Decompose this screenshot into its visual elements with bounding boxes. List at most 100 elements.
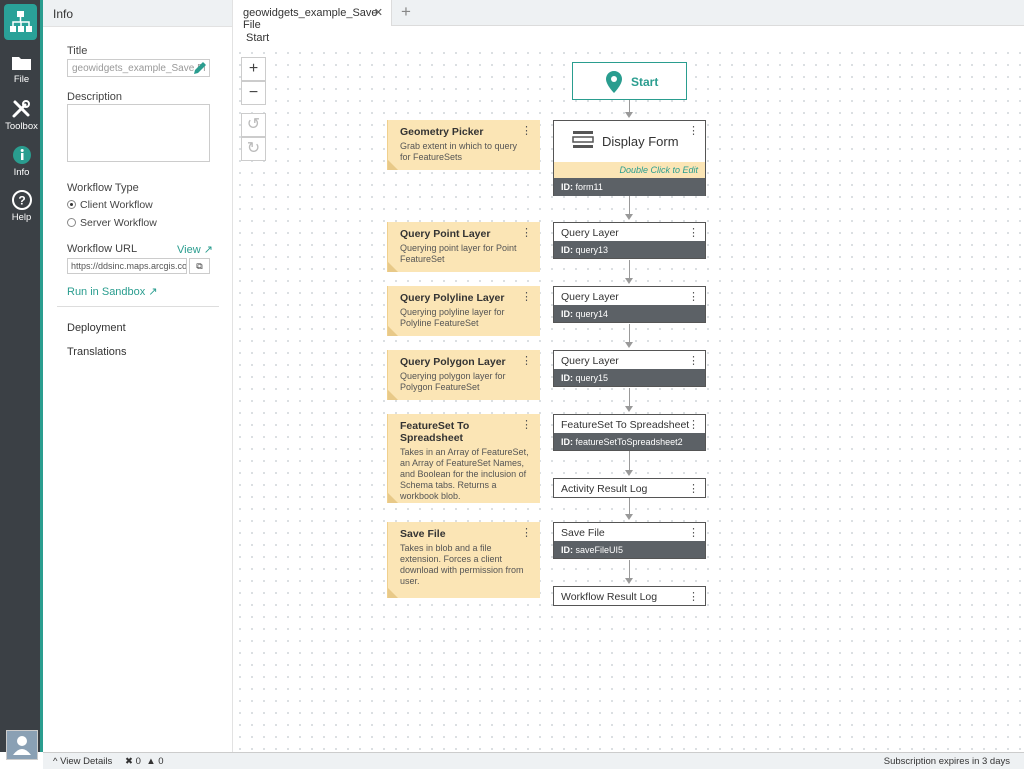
title-input[interactable]: geowidgets_example_Save Fi	[67, 59, 210, 77]
connector	[629, 324, 630, 342]
zoom-in-button[interactable]: +	[241, 57, 266, 81]
rail-help-label: Help	[11, 212, 32, 223]
arrow-down-icon	[625, 514, 633, 520]
display-form-title: Display Form	[602, 134, 679, 149]
divider	[57, 306, 219, 307]
rail-info-button[interactable]: Info	[0, 145, 43, 178]
rail-file-label: File	[13, 74, 30, 85]
add-tab-icon[interactable]: +	[394, 2, 418, 24]
redo-button[interactable]: ↻	[241, 137, 266, 161]
sticky-note[interactable]: Geometry Picker Grab extent in which to …	[387, 120, 540, 170]
connector	[629, 196, 630, 214]
kebab-menu-icon[interactable]: ⋮	[688, 526, 699, 539]
folder-icon	[11, 57, 31, 70]
workflow-url-input[interactable]: https://ddsinc.maps.arcgis.con	[67, 258, 187, 274]
kebab-menu-icon[interactable]: ⋮	[521, 226, 532, 239]
info-panel: Info Title geowidgets_example_Save Fi De…	[43, 0, 233, 752]
arrow-down-icon	[625, 214, 633, 220]
server-workflow-radio[interactable]: Server Workflow	[67, 217, 157, 229]
run-in-sandbox-link[interactable]: Run in Sandbox ↗	[67, 285, 158, 298]
rail-info-label: Info	[13, 167, 30, 178]
tab-bar: geowidgets_example_Save File ✕ +	[234, 0, 1024, 31]
featureset-to-spreadsheet-node[interactable]: FeatureSet To Spreadsheet ⋮ ID: featureSe…	[553, 414, 706, 451]
breadcrumb[interactable]: Start	[246, 32, 269, 44]
form-icon	[572, 131, 594, 148]
view-link[interactable]: View ↗	[177, 243, 213, 256]
double-click-hint: Double Click to Edit	[554, 162, 705, 178]
node-id-value: query13	[575, 245, 609, 255]
kebab-menu-icon[interactable]: ⋮	[688, 226, 699, 239]
chevron-up-icon: ^	[53, 756, 58, 767]
tab-workflow-label: geowidgets_example_Save File	[243, 7, 378, 31]
connector	[629, 496, 630, 514]
issue-counts[interactable]: ✖ 0 ▲ 0	[125, 756, 164, 767]
kebab-menu-icon[interactable]: ⋮	[688, 418, 699, 431]
view-link-label: View	[177, 244, 201, 256]
node-title: Save File	[561, 527, 605, 539]
pencil-icon[interactable]	[191, 59, 209, 77]
display-form-node[interactable]: Display Form ⋮ Double Click to Edit ID: …	[553, 120, 706, 196]
copy-icon[interactable]: ⧉	[189, 258, 210, 274]
start-node[interactable]: Start	[572, 62, 687, 100]
zoom-out-button[interactable]: −	[241, 81, 266, 105]
run-in-sandbox-label: Run in Sandbox	[67, 286, 146, 298]
note-title: Geometry Picker	[400, 126, 484, 138]
kebab-menu-icon[interactable]: ⋮	[688, 590, 699, 603]
sticky-note[interactable]: Save File Takes in blob and a file exten…	[387, 522, 540, 598]
kebab-menu-icon[interactable]: ⋮	[521, 290, 532, 303]
kebab-menu-icon[interactable]: ⋮	[688, 482, 699, 495]
workflow-url-label: Workflow URL	[67, 243, 138, 255]
node-id: ID: query14	[554, 305, 705, 322]
deployment-section[interactable]: Deployment	[67, 322, 126, 334]
node-title: Query Layer	[561, 291, 619, 303]
query-layer-node[interactable]: Query Layer ⋮ ID: query15	[553, 350, 706, 387]
activity-result-log-node[interactable]: Activity Result Log ⋮	[553, 478, 706, 498]
rail-toolbox-button[interactable]: Toolbox	[0, 99, 43, 132]
kebab-menu-icon[interactable]: ⋮	[521, 354, 532, 367]
save-file-node[interactable]: Save File ⋮ ID: saveFileUI5	[553, 522, 706, 559]
note-title: Save File	[400, 528, 446, 540]
arrow-down-icon	[625, 406, 633, 412]
sticky-note[interactable]: Query Point Layer Querying point layer f…	[387, 222, 540, 272]
kebab-menu-icon[interactable]: ⋮	[688, 354, 699, 367]
sticky-note[interactable]: FeatureSet To Spreadsheet Takes in an Ar…	[387, 414, 540, 503]
rail-file-button[interactable]: File	[0, 54, 43, 85]
arrow-down-icon	[625, 342, 633, 348]
description-textarea[interactable]	[67, 104, 210, 162]
node-id-value: form11	[575, 182, 603, 192]
view-details-button[interactable]: ^ View Details	[53, 756, 112, 767]
node-id: ID: featureSetToSpreadsheet2	[554, 433, 705, 450]
kebab-menu-icon[interactable]: ⋮	[688, 124, 699, 137]
connector	[629, 100, 630, 112]
external-link-icon: ↗	[148, 286, 158, 298]
node-id: ID: saveFileUI5	[554, 541, 705, 558]
map-pin-icon	[606, 71, 622, 93]
client-workflow-radio[interactable]: Client Workflow	[67, 199, 153, 211]
workflow-result-log-node[interactable]: Workflow Result Log ⋮	[553, 586, 706, 606]
node-title: FeatureSet To Spreadsheet	[561, 419, 690, 431]
arrow-down-icon	[625, 278, 633, 284]
undo-button[interactable]: ↺	[241, 113, 266, 137]
close-icon[interactable]: ✕	[374, 6, 383, 19]
rail-help-button[interactable]: ? Help	[0, 190, 43, 223]
query-layer-node[interactable]: Query Layer ⋮ ID: query13	[553, 222, 706, 259]
info-icon	[12, 146, 31, 164]
node-id-label: ID:	[561, 373, 573, 383]
query-layer-node[interactable]: Query Layer ⋮ ID: query14	[553, 286, 706, 323]
warning-icon: ▲	[146, 756, 156, 767]
note-description: Querying polyline layer for Polyline Fea…	[400, 307, 505, 328]
kebab-menu-icon[interactable]: ⋮	[688, 290, 699, 303]
node-title: Workflow Result Log	[561, 591, 658, 603]
note-description: Grab extent in which to query for Featur…	[400, 141, 518, 162]
tab-workflow[interactable]: geowidgets_example_Save File ✕	[234, 0, 392, 31]
kebab-menu-icon[interactable]: ⋮	[521, 526, 532, 539]
sticky-note[interactable]: Query Polygon Layer Querying polygon lay…	[387, 350, 540, 400]
kebab-menu-icon[interactable]: ⋮	[521, 124, 532, 137]
arrow-down-icon	[625, 112, 633, 118]
user-avatar-icon[interactable]	[6, 730, 38, 760]
kebab-menu-icon[interactable]: ⋮	[521, 418, 532, 431]
app-logo-icon[interactable]	[4, 4, 37, 40]
sticky-note[interactable]: Query Polyline Layer Querying polyline l…	[387, 286, 540, 336]
translations-section[interactable]: Translations	[67, 346, 127, 358]
node-id-value: query14	[575, 309, 609, 319]
